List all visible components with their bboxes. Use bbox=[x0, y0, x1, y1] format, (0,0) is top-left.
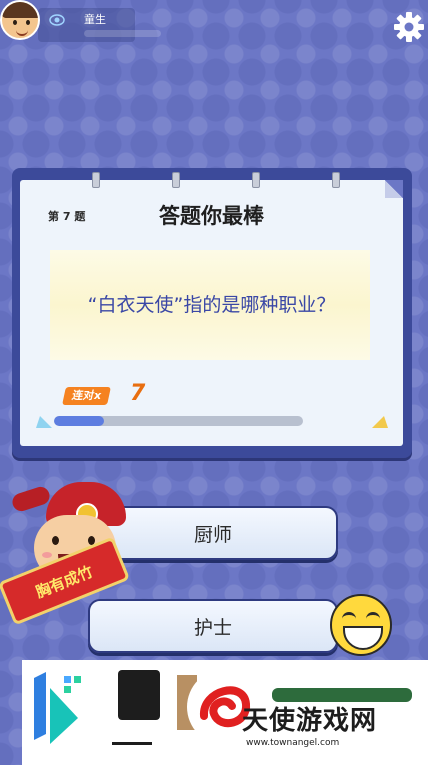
grinning-face-icon bbox=[330, 594, 392, 656]
corner-decoration-icon bbox=[36, 416, 52, 428]
corner-decoration-icon bbox=[372, 416, 388, 428]
user-level-bar bbox=[84, 30, 161, 37]
question-board: 第 7 题 答题你最棒 “白衣天使”指的是哪种职业？ 连对x 7 bbox=[12, 168, 412, 458]
watermark-glyph bbox=[118, 670, 160, 720]
combo-count: 7 bbox=[130, 381, 146, 406]
watermark-brand: 天使游戏网 bbox=[242, 706, 378, 736]
question-paper: 第 7 题 答题你最棒 “白衣天使”指的是哪种职业？ 连对x 7 bbox=[20, 172, 403, 446]
mascot-hat-wing bbox=[10, 484, 52, 514]
eye-rank-icon bbox=[49, 14, 65, 26]
mascot-banner-text: 胸有成竹 bbox=[32, 561, 96, 602]
answer-option-b[interactable]: 护士 bbox=[88, 599, 338, 653]
watermark-url: www.townangel.com bbox=[246, 738, 340, 748]
watermark-strip: 天使游戏网 www.townangel.com bbox=[22, 660, 428, 765]
combo-progress-fill bbox=[54, 416, 104, 426]
combo-progress-bar bbox=[54, 416, 303, 426]
combo-label: 连对x bbox=[62, 387, 112, 405]
user-info-panel: 童生 bbox=[38, 8, 161, 42]
player-avatar[interactable] bbox=[0, 0, 40, 40]
user-name: 童生 bbox=[84, 13, 106, 26]
mascot-eye bbox=[52, 536, 59, 545]
watermark-underline bbox=[112, 742, 152, 745]
gear-icon[interactable] bbox=[392, 10, 426, 44]
question-text: “白衣天使”指的是哪种职业？ bbox=[87, 294, 336, 316]
board-title: 答题你最棒 bbox=[159, 204, 264, 228]
answer-option-label: 厨师 bbox=[193, 523, 232, 546]
site-logo-icon bbox=[34, 672, 81, 744]
answer-option-label: 护士 bbox=[193, 616, 232, 639]
mascot-cheek bbox=[42, 552, 52, 558]
